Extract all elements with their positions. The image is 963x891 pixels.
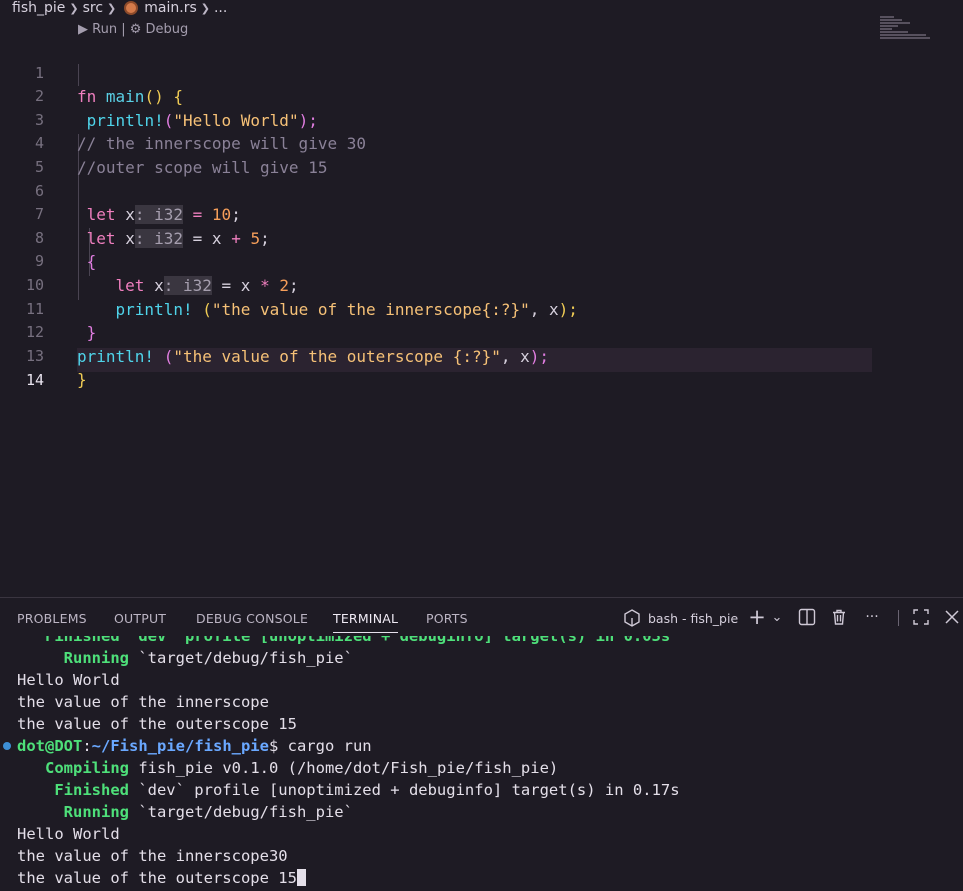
code-line-11: 11 } — [0, 274, 880, 343]
chevron-right-icon: ❯ — [200, 1, 210, 15]
terminal-line: Hello World — [17, 825, 120, 843]
terminal-profile-icon — [624, 609, 640, 627]
code-line-3: 3 // the innerscope will give 30 — [0, 85, 880, 154]
chevron-right-icon: ❯ — [69, 1, 79, 15]
terminal-line: Running `target/debug/fish_pie` — [63, 803, 353, 821]
code-line-4: 4 //outer scope will give 15 — [0, 109, 880, 177]
code-line-13: 13 } — [0, 321, 880, 390]
terminal-line: the value of the outerscope 15 — [17, 715, 297, 733]
more-actions-icon[interactable]: ··· — [860, 607, 884, 627]
bottom-panel: PROBLEMS OUTPUT DEBUG CONSOLE TERMINAL P… — [0, 597, 963, 891]
terminal-line: Running `target/debug/fish_pie` — [63, 649, 353, 667]
trash-icon[interactable] — [828, 607, 850, 627]
code-line-1: 1 fn main() { — [0, 38, 880, 107]
close-panel-icon[interactable] — [942, 607, 962, 627]
add-terminal-icon[interactable]: + — [747, 605, 767, 629]
terminal-line: Hello World — [17, 671, 120, 689]
tab-terminal[interactable]: TERMINAL — [333, 611, 399, 633]
code-line-7: 7 let x: i32 = x + 5; — [0, 180, 880, 248]
tab-problems[interactable]: PROBLEMS — [17, 611, 87, 626]
terminal-selector[interactable]: bash - fish_pie — [622, 608, 738, 628]
breadcrumb-project[interactable]: fish_pie — [12, 0, 65, 16]
panel-tabs: PROBLEMS OUTPUT DEBUG CONSOLE TERMINAL P… — [0, 598, 963, 636]
terminal-line: the value of the outerscope 15 — [17, 867, 306, 889]
code-line-12: 12 println! ("the value of the outerscop… — [0, 298, 880, 366]
code-editor[interactable]: ▶ Run | ⚙ Debug 1 fn main() { 2 println!… — [0, 16, 963, 596]
tab-ports[interactable]: PORTS — [426, 611, 468, 626]
terminal-name: bash - fish_pie — [648, 610, 739, 626]
codelens-separator: | — [121, 22, 126, 37]
terminal-line: Finished `dev` profile [unoptimized + de… — [17, 636, 671, 645]
code-line-14: 14 — [0, 346, 880, 389]
code-line-9: 9 let x: i32 = x * 2; — [0, 227, 880, 295]
breadcrumb: fish_pie ❯ src ❯ main.rs ❯ ... — [0, 0, 963, 16]
line-number: 14 — [25, 371, 44, 390]
rust-file-icon — [124, 1, 139, 15]
tab-output[interactable]: OUTPUT — [114, 611, 166, 626]
terminal-cursor — [296, 869, 306, 886]
maximize-panel-icon[interactable] — [910, 607, 932, 627]
code-line-6: 6 let x: i32 = 10; — [0, 156, 880, 225]
code-line-2: 2 println!("Hello World"); — [0, 62, 880, 130]
terminal-line: the value of the innerscope — [17, 693, 269, 711]
split-terminal-icon[interactable] — [796, 607, 818, 627]
terminal-line: Finished `dev` profile [unoptimized + de… — [54, 781, 680, 799]
chevron-down-icon[interactable]: ⌄ — [770, 607, 784, 627]
toolbar-divider — [898, 610, 899, 626]
code-line-10: 10 println! ("the value of the innerscop… — [0, 250, 880, 319]
codelens: ▶ Run | ⚙ Debug — [78, 22, 188, 37]
breadcrumb-folder[interactable]: src — [83, 0, 103, 16]
run-codelens[interactable]: ▶ Run — [78, 22, 117, 37]
terminal-prompt: dot@DOT:~/Fish_pie/fish_pie$ cargo run — [17, 737, 372, 755]
debug-codelens[interactable]: ⚙ Debug — [130, 22, 189, 37]
tab-debug-console[interactable]: DEBUG CONSOLE — [196, 611, 308, 626]
breadcrumb-more[interactable]: ... — [214, 0, 227, 16]
terminal-output[interactable]: Finished `dev` profile [unoptimized + de… — [0, 636, 963, 891]
terminal-line: the value of the innerscope30 — [17, 847, 288, 865]
breadcrumb-file[interactable]: main.rs — [144, 0, 196, 16]
code-line-5: 5 — [0, 132, 880, 176]
code-line-8: 8 { — [0, 203, 880, 272]
command-decoration-icon[interactable] — [3, 742, 11, 750]
chevron-right-icon: ❯ — [107, 1, 117, 15]
terminal-line: Compiling fish_pie v0.1.0 (/home/dot/Fis… — [45, 759, 559, 777]
